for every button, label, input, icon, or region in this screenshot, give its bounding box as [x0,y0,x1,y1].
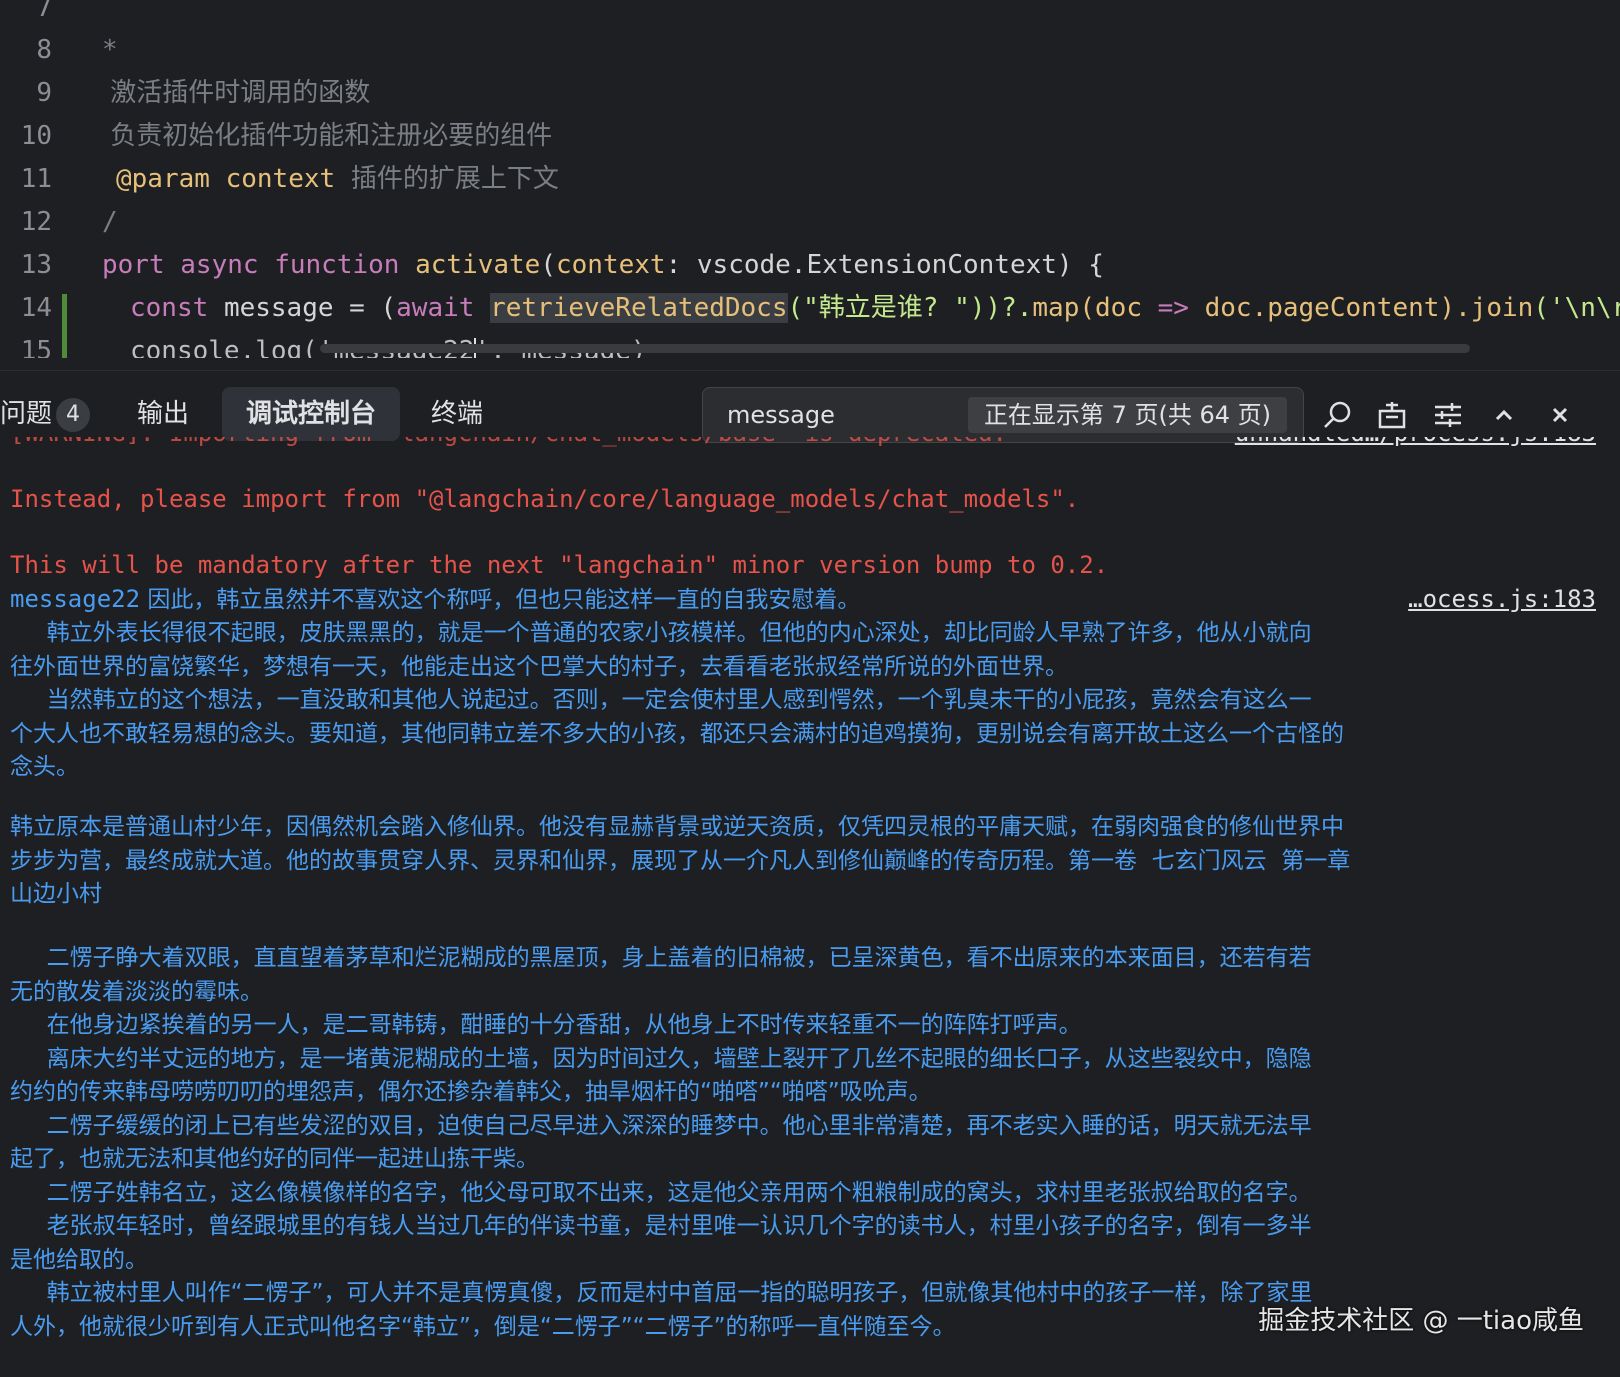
console-warning-line: This will be mandatory after the next "l… [10,551,1109,579]
type-annotation: : vscode.ExtensionContext) { [665,250,1104,280]
keyword: function [274,250,400,280]
code-line: @param context 插件的扩展上下文 [116,157,559,201]
keyword: const [130,293,209,323]
bottom-panel: 问题4 输出 调试控制台 终端 正在显示第 7 页(共 64 页) [WARNI… [0,370,1620,1377]
code-line: * [102,35,118,65]
filter-icon[interactable] [1372,395,1412,435]
keyword: async [180,250,259,280]
line-number: 15 [20,336,52,358]
line-number: 14 [20,293,52,323]
console-log-line: message22 因此，韩立虽然并不喜欢这个称呼，但也只能这样一直的自我安慰着… [10,583,1410,618]
horizontal-scrollbar[interactable] [320,344,1470,353]
keyword: await [396,293,475,323]
source-link[interactable]: unhandled…/process.js:183 [1235,437,1596,447]
panel-tabs: 问题 4 输出 调试控制台 终端 [0,371,700,441]
close-icon[interactable] [1540,395,1580,435]
method: join [1470,293,1534,323]
code-editor[interactable]: 7 8 * 9 激活插件时调用的函数 10 负责初始化插件功能和注册必要的组件 … [0,0,1620,358]
tab-label: 问题 [0,399,53,429]
settings-sliders-icon[interactable] [1428,395,1468,435]
string: ("韩立是谁? "))?. [787,293,1033,323]
function-call: retrieveRelatedDocs [490,293,788,323]
param-name: context [556,250,666,280]
debug-console-output[interactable]: [WARNING]: Importing from "langchain/cha… [0,437,1620,1377]
tab-label: 调试控制台 [246,399,377,429]
tab-output[interactable]: 输出 [113,387,213,441]
git-change-marker [62,294,67,358]
line-number: 10 [20,121,52,151]
watermark: 掘金技术社区 @ 一tiao咸鱼 [1258,1306,1584,1336]
punct: ( [380,293,397,323]
code-line: 负责初始化插件功能和注册必要的组件 [102,121,553,151]
operator: = [349,293,365,323]
console-warning-line: Instead, please import from "@langchain/… [10,485,1080,513]
keyword: port [102,250,165,280]
console-warning-line: [WARNING]: Importing from "langchain/cha… [10,437,1007,447]
line-number: 8 [36,35,52,65]
code-line: port async function activate(context: vs… [102,243,1104,287]
tab-debug-console[interactable]: 调试控制台 [222,387,401,441]
line-number: 9 [36,78,52,108]
tab-problems[interactable]: 问题 4 [0,387,114,441]
source-link[interactable]: …ocess.js:183 [1408,585,1596,613]
log-paragraph: 二愣子睁大着双眼，直直望着茅草和烂泥糊成的黑屋顶，身上盖着的旧棉被，已呈深黄色，… [10,945,1313,1340]
find-widget: 正在显示第 7 页(共 64 页) [702,387,1304,443]
line-number: 7 [36,0,52,23]
variable: message [223,293,334,323]
chevron-up-icon[interactable] [1484,395,1524,435]
search-icon[interactable] [1318,395,1358,435]
line-number: 11 [20,164,52,194]
find-match-status: 正在显示第 7 页(共 64 页) [967,397,1287,433]
arrow-param: (doc [1079,293,1142,323]
tab-label: 输出 [137,399,190,429]
problems-count-badge: 4 [56,397,91,432]
punct: ( [540,250,556,280]
log-paragraph: 韩立外表长得很不起眼，皮肤黑黑的，就是一个普通的农家小孩模样。但他的内心深处，却… [10,620,1344,780]
expression: doc.pageContent). [1204,293,1471,323]
line-number: 13 [20,250,52,280]
log-prefix: message22 [10,585,141,613]
find-input[interactable] [727,388,967,442]
tab-terminal[interactable]: 终端 [407,387,507,441]
code-line: / [102,207,118,237]
log-paragraph: 韩立原本是普通山村少年，因偶然机会踏入修仙界。他没有显赫背景或逆天资质，仅凭四灵… [10,814,1351,907]
line-number: 12 [20,207,52,237]
tab-label: 终端 [431,399,484,429]
code-line: 激活插件时调用的函数 [102,78,371,108]
jsdoc-param: context [225,164,336,194]
string: ('\n\r [1533,293,1620,323]
function-name: activate [415,250,541,280]
code-line: const message = (await retrieveRelatedDo… [130,286,1620,330]
jsdoc-tag: @param [116,164,210,194]
jsdoc-desc: 插件的扩展上下文 [350,164,559,194]
arrow: => [1157,293,1189,323]
method: map [1032,293,1080,323]
log-text: 因此，韩立虽然并不喜欢这个称呼，但也只能这样一直的自我安慰着。 [140,587,861,613]
